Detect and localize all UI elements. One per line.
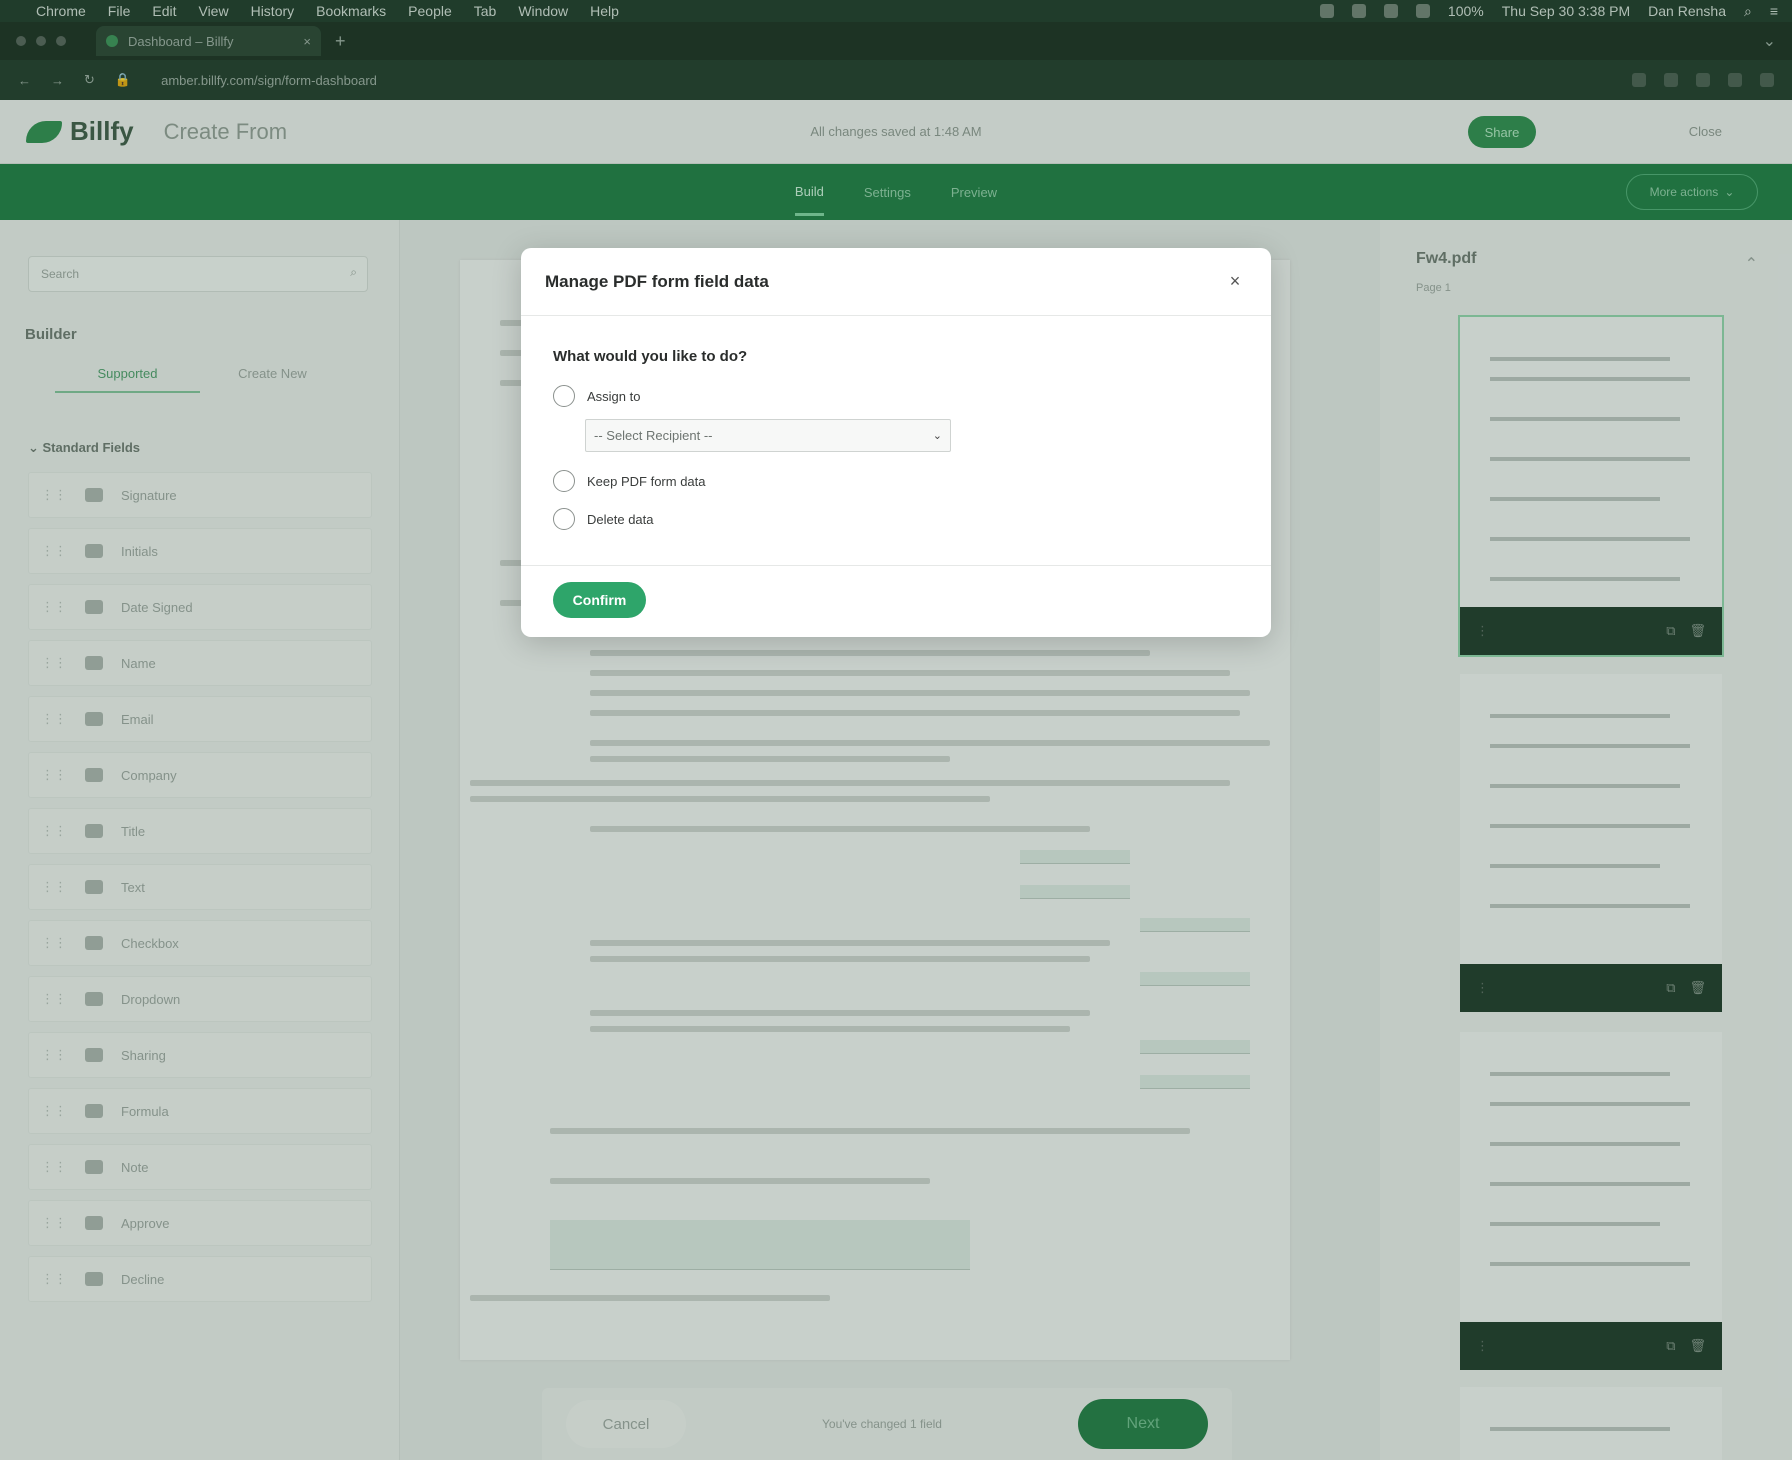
modal-backdrop[interactable] [0, 0, 1792, 1460]
option-keep-data[interactable]: Keep PDF form data [553, 462, 1239, 500]
manage-form-data-dialog: Manage PDF form field data × What would … [521, 248, 1271, 637]
confirm-button[interactable]: Confirm [553, 582, 646, 618]
dialog-body: What would you like to do? Assign to -- … [521, 316, 1271, 566]
option-assign-to[interactable]: Assign to [553, 377, 1239, 415]
keep-data-radio[interactable] [553, 470, 575, 492]
dialog-title: Manage PDF form field data [545, 271, 769, 291]
delete-data-label[interactable]: Delete data [587, 512, 654, 527]
assign-to-label[interactable]: Assign to [587, 389, 640, 404]
close-icon[interactable]: × [1223, 270, 1247, 294]
recipient-select[interactable]: -- Select Recipient -- ⌄ [585, 419, 951, 452]
dialog-question: What would you like to do? [553, 348, 748, 365]
recipient-select-value: -- Select Recipient -- [594, 428, 713, 443]
keep-data-label[interactable]: Keep PDF form data [587, 474, 706, 489]
delete-data-radio[interactable] [553, 508, 575, 530]
chevron-down-icon: ⌄ [932, 430, 942, 442]
dialog-header: Manage PDF form field data × [521, 248, 1271, 316]
option-delete-data[interactable]: Delete data [553, 500, 1239, 538]
dialog-footer: Confirm [521, 566, 1271, 634]
assign-to-radio[interactable] [553, 385, 575, 407]
